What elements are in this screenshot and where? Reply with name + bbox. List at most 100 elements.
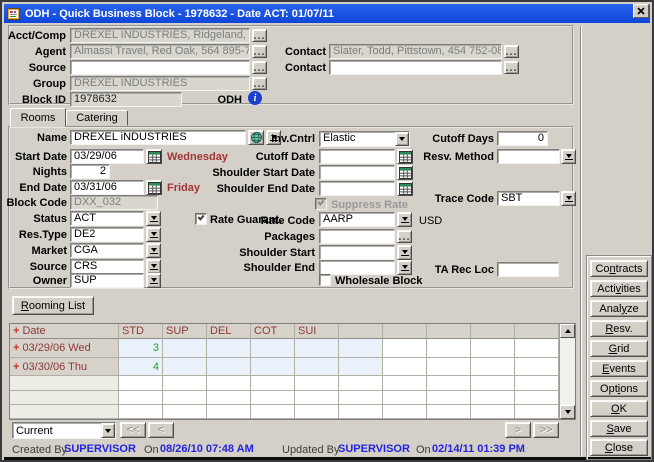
source-lookup-button[interactable]: ... [252,61,267,74]
grid-cell-std[interactable]: 4 [119,358,163,377]
owner-field[interactable]: SUP [70,273,144,288]
nav-first-button[interactable]: << [120,422,146,438]
grid-cell[interactable] [427,405,471,419]
grid-cell[interactable] [383,358,427,377]
grid-cell[interactable] [339,405,383,419]
contracts-button[interactable]: Contracts [590,260,648,277]
view-select-dropdown-button[interactable] [101,423,115,438]
grid-cell[interactable] [383,391,427,406]
grid-cell[interactable] [119,391,163,406]
market-list-button[interactable] [146,243,161,258]
scroll-down-button[interactable] [560,405,575,419]
nav-prev-button[interactable]: < [148,422,174,438]
grid-cell[interactable] [471,339,515,358]
rate-guarant-checkbox[interactable] [195,213,207,225]
source2-list-button[interactable] [146,259,161,274]
grid-cell[interactable] [515,339,559,358]
grid-cell[interactable] [339,339,383,358]
trace-code-field[interactable]: SBT [497,191,560,206]
save-button[interactable]: Save [590,420,648,437]
ta-rec-loc-field[interactable] [497,262,559,277]
end-date-field[interactable]: 03/31/06 [70,180,144,195]
grid-cell[interactable] [515,358,559,377]
grid-row-date[interactable] [10,376,119,391]
grid-cell[interactable] [251,391,295,406]
nights-field[interactable]: 2 [70,164,110,179]
resv-method-field[interactable] [497,149,560,164]
events-button[interactable]: Events [590,360,648,377]
grid-cell[interactable] [427,376,471,391]
grid-cell[interactable] [163,391,207,406]
group-lookup-button[interactable]: ... [252,77,267,90]
grid-cell[interactable] [295,339,339,358]
wholesale-block-checkbox[interactable] [319,274,331,286]
grid-cell[interactable] [295,391,339,406]
grid-cell[interactable] [119,376,163,391]
start-date-field[interactable]: 03/29/06 [70,149,144,164]
grid-cell[interactable] [207,376,251,391]
agent-field[interactable]: Almassi Travel, Red Oak, 564 895-7954 [70,44,250,59]
grid-cell[interactable] [295,376,339,391]
acct-comp-lookup-button[interactable]: ... [252,29,267,42]
acct-comp-field[interactable]: DREXEL INDUSTRIES, Ridgeland, 564 52 [70,28,250,43]
res-type-list-button[interactable] [146,227,161,242]
ok-button[interactable]: OK [590,400,648,417]
grid-cell[interactable] [251,358,295,377]
packages-lookup-button[interactable]: ... [397,230,412,243]
res-type-field[interactable]: DE2 [70,227,144,242]
grid-vertical-scrollbar[interactable] [559,324,575,419]
cutoff-date-field[interactable] [319,149,395,164]
status-field[interactable]: ACT [70,211,144,226]
resv-button[interactable]: Resv. [590,320,648,337]
nav-last-button[interactable]: >> [533,422,559,438]
market-field[interactable]: CGA [70,243,144,258]
rate-code-list-button[interactable] [397,212,412,227]
grid-cell[interactable] [339,376,383,391]
grid-cell[interactable] [383,376,427,391]
owner-list-button[interactable] [146,273,161,288]
resv-method-list-button[interactable] [561,149,576,164]
grid-cell[interactable] [295,358,339,377]
group-field[interactable]: DREXEL INDUSTRIES [70,76,250,91]
grid-cell[interactable] [515,376,559,391]
grid-cell[interactable] [163,376,207,391]
grid-cell[interactable] [471,376,515,391]
contact1-field[interactable]: Slater, Todd, Pittstown, 454 752-0885 [329,44,502,59]
info-icon[interactable]: i [248,91,262,105]
trace-code-list-button[interactable] [561,191,576,206]
expand-all-icon[interactable]: + [13,325,19,337]
contact1-lookup-button[interactable]: ... [504,45,519,58]
grid-cell[interactable] [163,339,207,358]
shoulder-end-field[interactable] [319,260,395,275]
shoulder-start-field[interactable] [319,245,395,260]
grid-cell[interactable] [515,405,559,419]
grid-row-date[interactable] [10,405,119,419]
packages-field[interactable] [319,229,395,244]
start-date-calendar-button[interactable] [146,149,162,164]
shoulder-start-date-field[interactable] [319,165,395,180]
grid-cell[interactable] [207,358,251,377]
source2-field[interactable]: CRS [70,259,144,274]
rooming-list-button[interactable]: Rooming List [12,296,94,315]
inv-cntrl-dropdown-button[interactable] [395,132,409,146]
expand-row-icon[interactable]: + [13,342,19,354]
grid-row-date[interactable]: +03/29/06 Wed [10,339,119,358]
cutoff-days-field[interactable]: 0 [497,131,548,146]
grid-cell[interactable] [295,405,339,419]
close-window-button[interactable]: Close [590,439,648,456]
grid-cell[interactable] [515,391,559,406]
scroll-up-button[interactable] [560,324,575,338]
grid-cell[interactable] [207,405,251,419]
grid-cell[interactable] [471,358,515,377]
grid-cell-std[interactable]: 3 [119,339,163,358]
grid-cell[interactable] [427,339,471,358]
contact2-field[interactable] [329,60,502,75]
grid-cell[interactable] [119,405,163,419]
grid-cell[interactable] [207,339,251,358]
shoulder-start-date-calendar-button[interactable] [397,165,413,180]
grid-cell[interactable] [163,405,207,419]
grid-row-date[interactable] [10,391,119,406]
grid-cell[interactable] [339,391,383,406]
grid-cell[interactable] [251,405,295,419]
shoulder-end-date-field[interactable] [319,181,395,196]
